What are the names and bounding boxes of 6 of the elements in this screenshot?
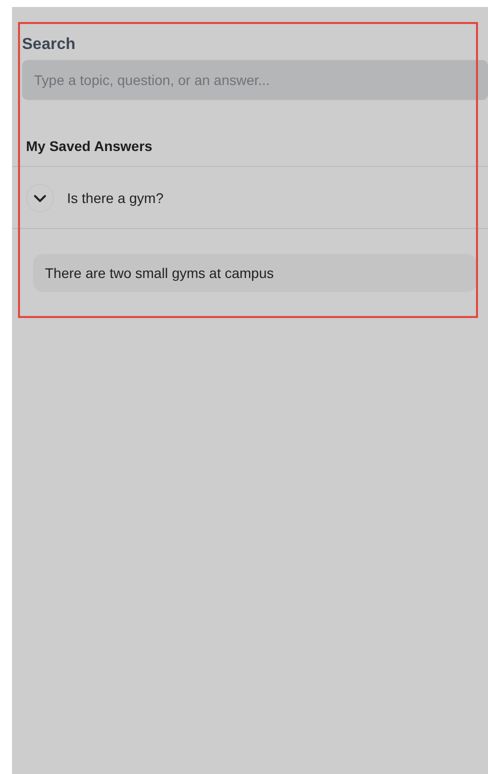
answer-card: There are two small gyms at campus	[33, 254, 477, 292]
chevron-icon[interactable]	[26, 184, 54, 212]
search-label: Search	[22, 36, 76, 55]
search-field[interactable]: Type a topic, question, or an answer...	[22, 60, 488, 100]
question-text[interactable]: Is there a gym?	[67, 190, 164, 206]
section-heading: My Saved Answers	[26, 138, 154, 156]
